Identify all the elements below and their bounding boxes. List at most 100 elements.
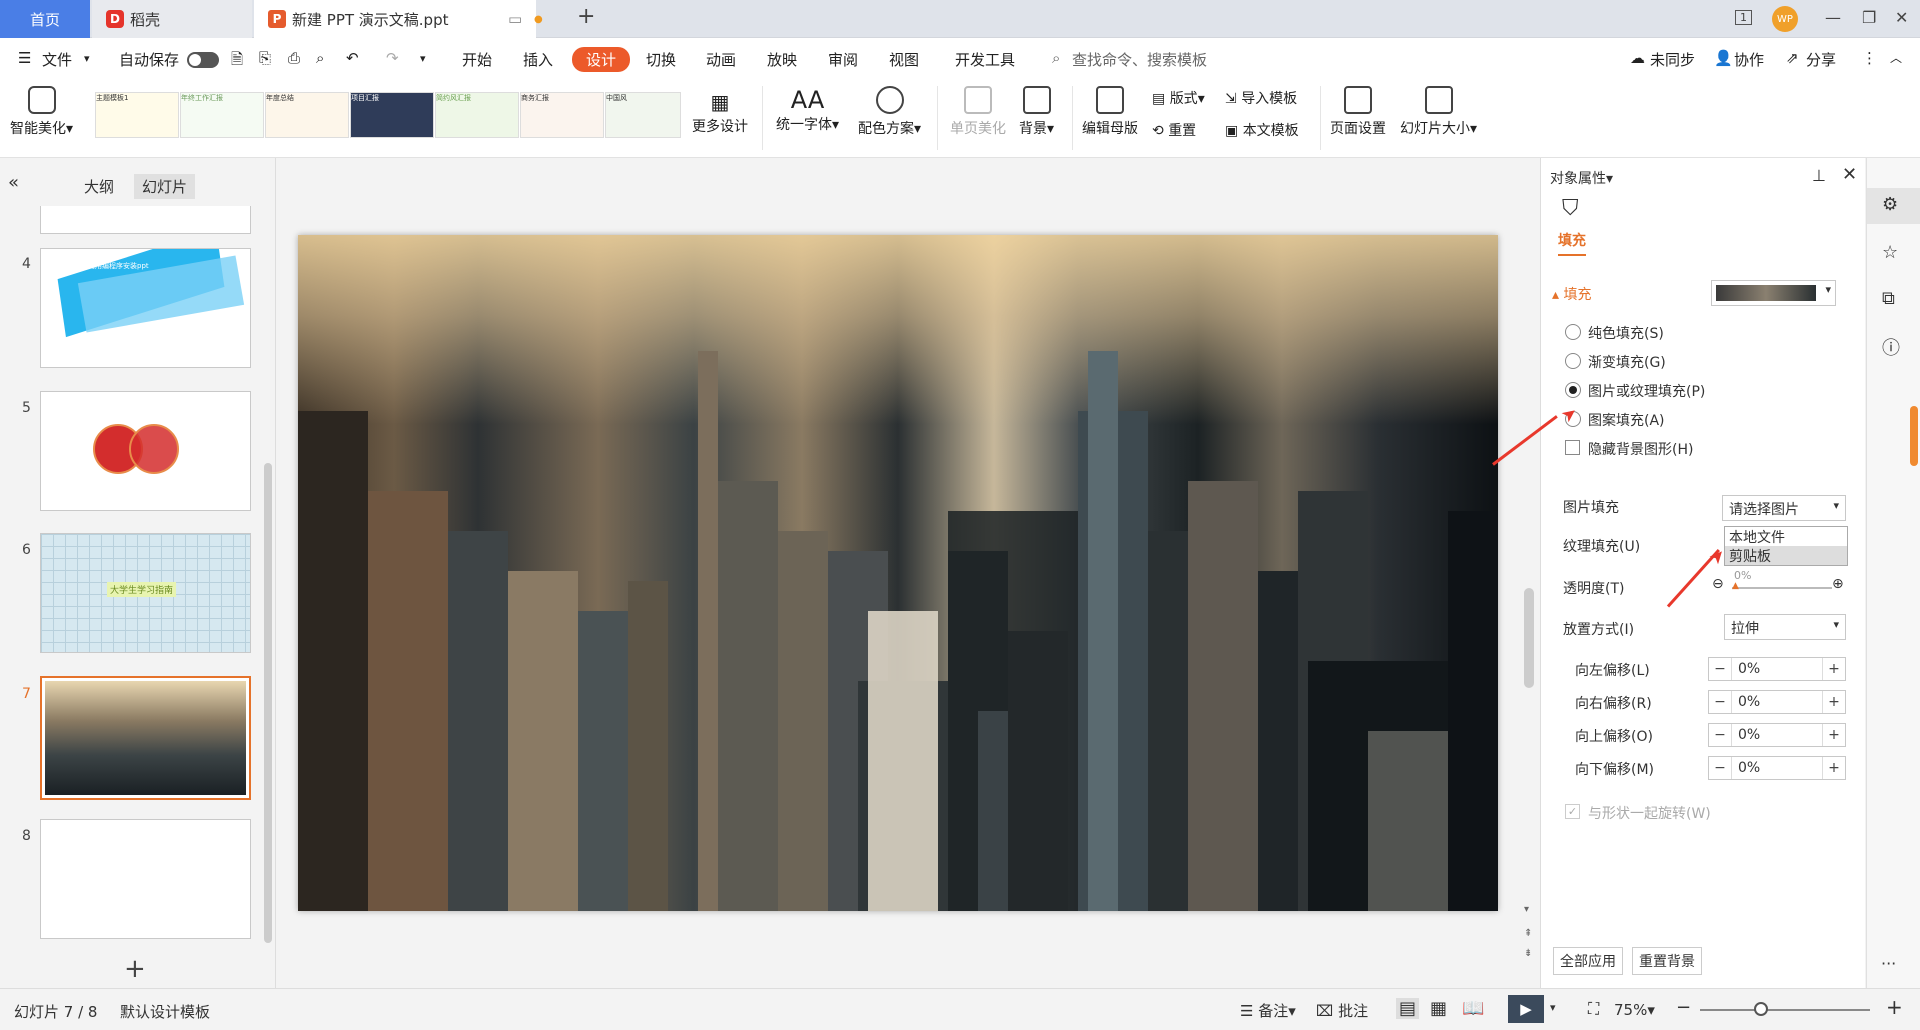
normal-view-icon[interactable]: ▤ [1396, 998, 1420, 1019]
option-local-file[interactable]: 本地文件 [1725, 527, 1847, 546]
radio-picture-fill-label[interactable]: 图片或纹理填充(P) [1588, 381, 1705, 401]
file-chevron-down-icon[interactable]: ▾ [84, 52, 90, 65]
zoom-level[interactable]: 75%▾ [1614, 1001, 1655, 1019]
comments-button[interactable]: ⌧ 批注 [1316, 1000, 1368, 1021]
star-icon[interactable]: ☆ [1882, 242, 1898, 263]
redo-icon[interactable]: ↷ [386, 49, 399, 67]
notes-button[interactable]: ☰ 备注▾ [1240, 1000, 1296, 1021]
tab-pin-icon[interactable]: ▭ [508, 10, 522, 28]
template-thumb-6[interactable]: 商务汇报 [520, 92, 604, 138]
template-name[interactable]: 默认设计模板 [120, 1001, 210, 1022]
tab-slides[interactable]: 幻灯片 [134, 174, 196, 199]
fit-window-icon[interactable]: ⛶ [1588, 999, 1599, 1019]
offset-down-value[interactable]: 0% [1731, 757, 1823, 779]
unify-font-button[interactable]: AA 统一字体▾ [776, 86, 839, 134]
command-search-input[interactable]: 查找命令、搜索模板 [1072, 49, 1207, 70]
menu-view[interactable]: 视图 [889, 49, 919, 70]
more-design-button[interactable]: ▦ 更多设计 [692, 90, 748, 136]
close-panel-icon[interactable]: ✕ [1842, 164, 1857, 185]
zoom-in-icon[interactable]: + [1886, 995, 1903, 1019]
collab-button[interactable]: 协作 [1734, 49, 1764, 70]
smart-beautify-button[interactable]: 智能美化▾ [10, 86, 73, 138]
placement-select[interactable]: 拉伸 ▾ [1724, 614, 1846, 640]
slide-size-button[interactable]: 幻灯片大小▾ [1400, 86, 1477, 138]
layout-button[interactable]: ▤ 版式▾ [1152, 88, 1205, 108]
shapes-icon[interactable]: ⧉ [1882, 288, 1895, 309]
radio-pattern-fill-label[interactable]: 图案填充(A) [1588, 410, 1665, 430]
tab-document[interactable]: P 新建 PPT 演示文稿.ppt ▭ ● [254, 0, 543, 38]
print-icon[interactable]: ⎙ [288, 49, 300, 67]
transparency-slider[interactable] [1732, 587, 1832, 589]
fill-preview-dropdown[interactable]: ▾ [1711, 280, 1836, 306]
share-button[interactable]: 分享 [1806, 49, 1836, 70]
template-thumb-1[interactable]: 主题模板1 [95, 92, 179, 138]
template-thumb-3[interactable]: 年度总结 [265, 92, 349, 138]
sync-status[interactable]: 未同步 [1650, 49, 1695, 70]
more-options-icon[interactable]: ⋮ [1862, 49, 1877, 67]
slide-thumb-8[interactable] [40, 819, 251, 939]
plus-icon[interactable]: + [1823, 694, 1845, 710]
next-slide-icon[interactable]: ⇟ [1524, 948, 1532, 959]
option-clipboard[interactable]: 剪贴板 [1725, 546, 1847, 565]
collapse-ribbon-icon[interactable]: ︿ [1890, 49, 1902, 66]
close-window-icon[interactable]: ✕ [1895, 8, 1908, 27]
tab-outline[interactable]: 大纲 [76, 174, 122, 199]
tab-fill[interactable]: 填充 [1558, 230, 1586, 256]
zoom-out-icon[interactable]: − [1676, 997, 1691, 1018]
save-icon[interactable]: 🗎 [231, 49, 243, 74]
tab-home[interactable]: 首页 [0, 0, 90, 38]
properties-icon[interactable]: ⚙ [1882, 194, 1898, 215]
cloud-sync-icon[interactable]: ☁ [1630, 49, 1645, 67]
avatar[interactable]: WP [1772, 6, 1798, 32]
canvas-scrollbar[interactable] [1524, 588, 1534, 688]
single-page-beautify-button[interactable]: 单页美化 [950, 86, 1006, 138]
template-thumb-7[interactable]: 中国风 [605, 92, 681, 138]
offset-left-value[interactable]: 0% [1731, 658, 1823, 680]
quick-access-chevron-icon[interactable]: ▾ [420, 52, 426, 65]
print-preview-icon[interactable]: ⌕ [316, 49, 324, 67]
collab-icon[interactable]: 👤 [1714, 49, 1733, 67]
radio-solid-fill[interactable] [1565, 324, 1581, 340]
scroll-down-icon[interactable]: ▾ [1524, 904, 1529, 915]
share-icon[interactable]: ⇗ [1786, 49, 1799, 67]
minus-icon[interactable]: − [1709, 661, 1731, 677]
slide-thumb-5[interactable] [40, 391, 251, 511]
background-button[interactable]: 背景▾ [1019, 86, 1054, 138]
tab-daoke[interactable]: D 稻壳 [92, 0, 252, 38]
slides-scrollbar[interactable] [264, 463, 272, 943]
offset-right-value[interactable]: 0% [1731, 691, 1823, 713]
slide-thumb-3-partial[interactable] [40, 206, 251, 234]
menu-transition[interactable]: 切换 [646, 49, 676, 70]
slide-city-image[interactable] [298, 235, 1498, 911]
reset-background-button[interactable]: 重置背景 [1632, 947, 1702, 975]
zoom-slider-thumb[interactable] [1754, 1002, 1768, 1016]
search-icon[interactable]: ⌕ [1052, 49, 1060, 67]
prev-slide-icon[interactable]: ⇞ [1524, 928, 1532, 939]
restore-icon[interactable]: ❐ [1862, 8, 1876, 27]
template-thumb-4[interactable]: 项目汇报 [350, 92, 434, 138]
plus-icon[interactable]: + [1823, 760, 1845, 776]
undo-icon[interactable]: ↶ [346, 49, 359, 67]
add-slide-button[interactable]: + [124, 954, 146, 984]
menu-design[interactable]: 设计 [572, 47, 631, 72]
radio-gradient-fill[interactable] [1565, 353, 1581, 369]
new-tab-button[interactable]: + [577, 4, 595, 29]
import-template-button[interactable]: ⇲ 导入模板 [1225, 88, 1297, 108]
rotate-with-shape-label[interactable]: 与形状一起旋转(W) [1588, 803, 1711, 823]
picture-fill-select[interactable]: 请选择图片 ▾ [1722, 495, 1846, 521]
radio-solid-fill-label[interactable]: 纯色填充(S) [1588, 323, 1664, 343]
file-menu[interactable]: 文件 [42, 49, 72, 70]
menu-slideshow[interactable]: 放映 [767, 49, 797, 70]
panel-title[interactable]: 对象属性▾ [1550, 168, 1613, 188]
play-slideshow-button[interactable]: ▶ [1508, 995, 1544, 1023]
offset-right-stepper[interactable]: −0% + [1708, 690, 1846, 714]
radio-gradient-fill-label[interactable]: 渐变填充(G) [1588, 352, 1666, 372]
play-options-chevron-icon[interactable]: ▾ [1550, 1001, 1556, 1014]
more-tools-icon[interactable]: ··· [1881, 954, 1896, 973]
export-icon[interactable]: ⎘ [259, 49, 271, 67]
collapse-panel-icon[interactable]: « [8, 172, 19, 193]
transparency-plus-icon[interactable]: ⊕ [1832, 576, 1844, 592]
template-thumb-5[interactable]: 简约风汇报 [435, 92, 519, 138]
minus-icon[interactable]: − [1709, 727, 1731, 743]
zoom-slider[interactable] [1700, 1009, 1870, 1011]
